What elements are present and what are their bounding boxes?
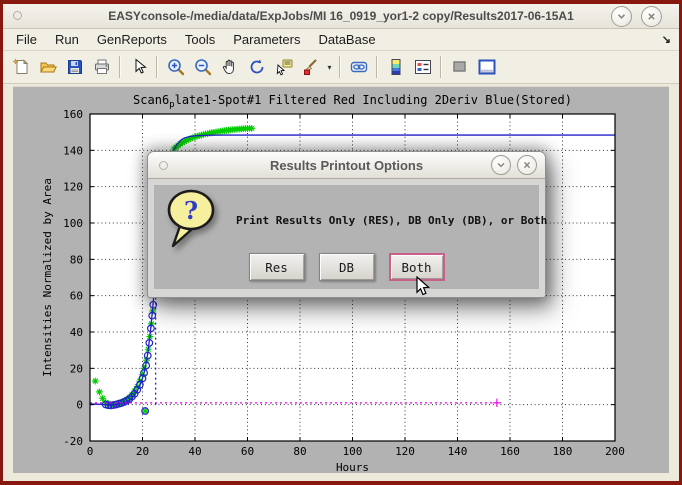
svg-text:0: 0 [76,399,83,412]
zoom-in-button[interactable] [163,55,188,80]
svg-text:40: 40 [188,445,201,458]
svg-text:Hours: Hours [336,461,369,473]
save-button[interactable] [62,55,87,80]
svg-text:160: 160 [500,445,520,458]
chevron-down-icon [496,160,506,170]
zoom-in-icon [167,58,185,76]
brush-icon [302,58,320,76]
dialog-body: ? Print Results Only (RES), DB Only (DB)… [148,179,545,297]
svg-text:80: 80 [293,445,306,458]
hide-plot-tools-button[interactable] [447,55,472,80]
hand-icon [221,58,239,76]
svg-text:0: 0 [87,445,94,458]
dialog-panel: ? Print Results Only (RES), DB Only (DB)… [154,185,539,289]
question-mark: ? [184,196,198,225]
arrow-pointer-icon [130,58,148,76]
brush-data-button[interactable] [298,55,323,80]
dialog-message: Print Results Only (RES), DB Only (DB), … [236,214,547,227]
link-icon [350,58,368,76]
plot-tools-off-icon [451,58,469,76]
chevron-down-icon [616,11,627,22]
window-title: EASYconsole-/media/data/ExpJobs/MI 16_09… [108,9,574,23]
svg-text:20: 20 [70,362,83,375]
menu-tools[interactable]: Tools [176,30,224,49]
svg-text:120: 120 [395,445,415,458]
shade-button[interactable] [611,6,632,27]
dialog-title: Results Printout Options [270,158,423,173]
svg-text:140: 140 [448,445,468,458]
dialog-menu-icon[interactable] [159,161,168,170]
chevron-down-icon: ▾ [327,63,331,72]
svg-text:180: 180 [553,445,573,458]
window-menu-icon[interactable] [13,11,22,20]
app-window: EASYconsole-/media/data/ExpJobs/MI 16_09… [0,0,682,485]
open-file-button[interactable] [35,55,60,80]
svg-text:-20: -20 [63,435,83,448]
brush-dropdown-button[interactable]: ▾ [324,55,335,80]
dialog-shade-button[interactable] [491,155,511,175]
edit-plot-button[interactable] [126,55,151,80]
close-icon [522,160,532,170]
print-button[interactable] [89,55,114,80]
printer-icon [93,58,111,76]
window-titlebar: EASYconsole-/media/data/ExpJobs/MI 16_09… [3,4,679,29]
db-button[interactable]: DB [319,253,375,281]
dialog-close-button[interactable] [517,155,537,175]
svg-text:60: 60 [241,445,254,458]
svg-text:Intensities Normalized by Area: Intensities Normalized by Area [41,178,54,377]
legend-icon [414,58,432,76]
svg-text:Scan6plate1-Spot#1 Filtered Re: Scan6plate1-Spot#1 Filtered Red Includin… [133,93,572,110]
close-icon [646,11,657,22]
svg-text:100: 100 [343,445,363,458]
dialog-message-row: ? Print Results Only (RES), DB Only (DB)… [164,189,539,251]
colorbar-icon [387,58,405,76]
new-figure-button[interactable] [8,55,33,80]
dialog-titlebar: Results Printout Options [148,152,545,179]
toolbar-separator [119,56,121,78]
toolbar-separator [440,56,442,78]
svg-text:20: 20 [136,445,149,458]
toolbar-separator [156,56,158,78]
zoom-out-button[interactable] [190,55,215,80]
menu-bar: File Run GenReports Tools Parameters Dat… [3,29,679,51]
toolbar: ▾ [3,51,679,84]
show-plot-tools-button[interactable] [474,55,499,80]
dock-window-icon [478,58,496,76]
svg-text:40: 40 [70,326,83,339]
dialog-buttons: Res DB Both [154,253,539,281]
link-plot-button[interactable] [346,55,371,80]
zoom-out-icon [194,58,212,76]
svg-text:60: 60 [70,290,83,303]
menu-run[interactable]: Run [46,30,88,49]
toolbar-separator [376,56,378,78]
close-button[interactable] [641,6,662,27]
menu-genreports[interactable]: GenReports [88,30,176,49]
svg-text:140: 140 [63,144,83,157]
insert-colorbar-button[interactable] [383,55,408,80]
rotate-icon [248,58,266,76]
pan-button[interactable] [217,55,242,80]
svg-text:80: 80 [70,253,83,266]
question-balloon-icon: ? [164,188,220,252]
open-folder-icon [39,58,57,76]
insert-legend-button[interactable] [410,55,435,80]
svg-text:160: 160 [63,108,83,121]
svg-text:120: 120 [63,181,83,194]
toolbar-separator [339,56,341,78]
floppy-disk-icon [66,58,84,76]
results-printout-dialog: Results Printout Options ? Print Results… [147,151,546,298]
res-button[interactable]: Res [249,253,305,281]
svg-text:100: 100 [63,217,83,230]
data-cursor-button[interactable] [271,55,296,80]
dock-arrow-icon[interactable]: ↘ [662,33,671,46]
new-document-icon [12,58,30,76]
menu-parameters[interactable]: Parameters [224,30,309,49]
menu-database[interactable]: DataBase [309,30,384,49]
menu-file[interactable]: File [7,30,46,49]
mouse-cursor-icon [416,276,431,298]
svg-text:200: 200 [605,445,625,458]
rotate-3d-button[interactable] [244,55,269,80]
data-cursor-icon [275,58,293,76]
